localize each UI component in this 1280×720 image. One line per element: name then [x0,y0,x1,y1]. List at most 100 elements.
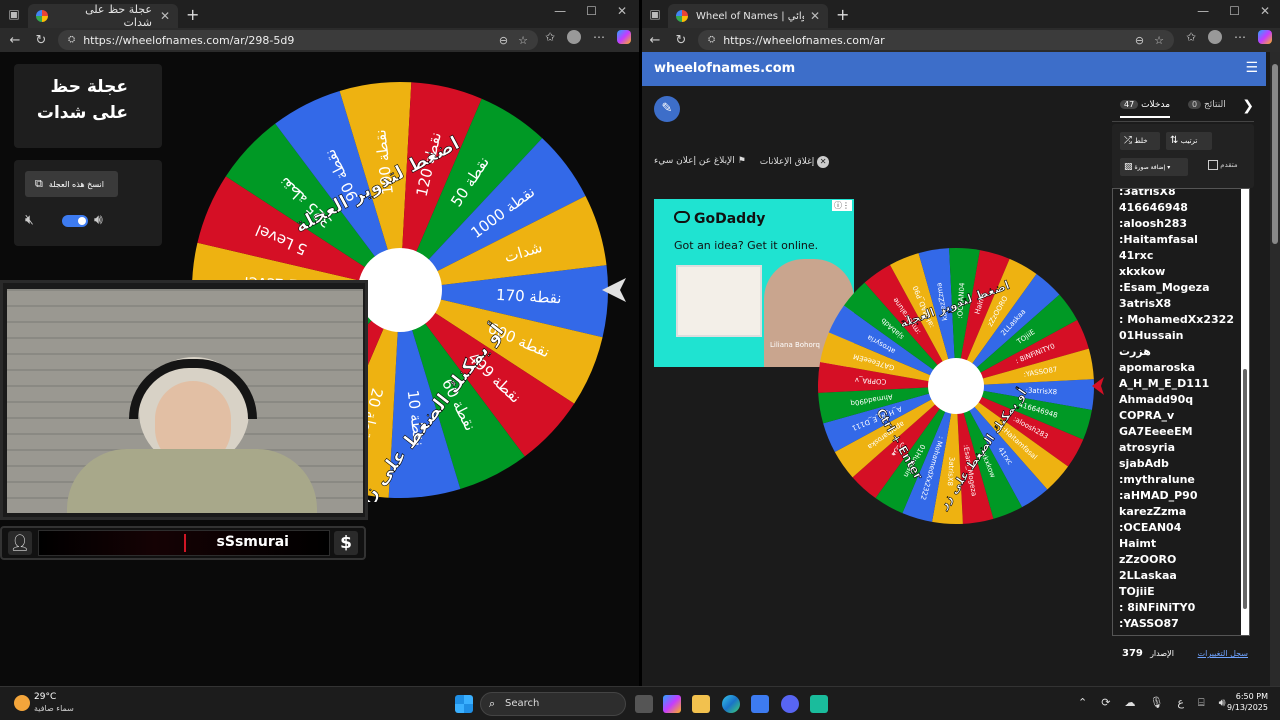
volume-icon[interactable]: 🔊︎ [94,212,103,228]
wheel-hub[interactable] [358,248,442,332]
shuffle-button[interactable]: ⤮ خلط [1120,132,1160,150]
headset [129,359,257,419]
profile-avatar[interactable] [567,30,581,44]
refresh-icon[interactable]: ↻ [668,33,694,48]
list-scrollbar[interactable] [1241,189,1249,635]
task-view-icon[interactable] [635,695,653,713]
left-url-field[interactable]: ⛭ https://wheelofnames.com/ar/298-5d9 ⊖ … [58,30,538,50]
minimize-button[interactable]: — [1197,4,1209,18]
image-icon: ▨ [1124,162,1133,172]
version-number: 379 [1122,648,1143,659]
reader-icon[interactable]: ⊖ [1135,34,1144,47]
entry-item: 416646948 [1119,201,1188,214]
right-url-field[interactable]: ⛭ https://wheelofnames.com/ar ⊖ ☆ [698,30,1174,50]
collapse-panel-icon[interactable]: ❯ [1242,98,1254,114]
search-label: Search [505,698,540,709]
copilot-icon[interactable] [1258,30,1272,44]
tab-actions-icon[interactable]: ▣ [642,7,668,21]
sync-icon[interactable]: ⟳ [1101,696,1110,710]
tab-results[interactable]: 0 النتائج [1188,100,1226,110]
entries-textarea[interactable]: :3atrisX8 416646948:aloosh283:Haitamfasal… [1112,188,1250,636]
sort-icon: ⇅ [1170,135,1179,146]
ad-info-icon[interactable]: ⓘ⋮ [832,200,852,211]
favorite-star-icon[interactable]: ☆ [518,34,528,47]
scrollbar-thumb[interactable] [1272,64,1278,244]
close-tab-icon[interactable]: ✕ [810,9,820,23]
clock[interactable]: 6:50 PM 9/13/2025 [1222,692,1268,712]
favorites-icon[interactable]: ✩ [545,30,555,44]
language-indicator[interactable]: ع [1177,696,1184,710]
mic-icon[interactable]: 🎙︎ [1149,696,1163,710]
maximize-button[interactable]: ☐ [1229,4,1240,18]
right-wheel[interactable]: :3atrisX8416646948:aloosh283:Haitamfasal… [816,246,1106,526]
tab-entries[interactable]: 47 مدخلات [1120,100,1171,118]
network-icon[interactable]: ⌸ [1198,696,1205,710]
changelog-link[interactable]: سجل التغييرات [1198,649,1248,658]
copilot-icon[interactable] [617,30,631,44]
more-menu-icon[interactable]: ⋯ [593,30,605,44]
copilot-taskbar-icon[interactable] [663,695,681,713]
file-explorer-icon[interactable] [692,695,710,713]
favorites-icon[interactable]: ✩ [1186,30,1196,44]
cloud-icon[interactable]: ☁ [1124,696,1135,710]
copy-wheel-button[interactable]: ⧉ انسخ هذه العجلة [25,171,118,197]
mute-icon[interactable]: 🔇︎ [25,212,34,228]
start-icon[interactable] [455,695,473,713]
edge-icon[interactable] [722,695,740,713]
list-scrollbar-thumb[interactable] [1243,369,1247,609]
store-icon[interactable] [751,695,769,713]
checkbox-box [1208,160,1218,170]
flag-icon: ⚑ [737,156,746,166]
refresh-icon[interactable]: ↻ [28,33,54,48]
new-tab-button[interactable]: + [836,5,849,24]
taskbar-search[interactable]: ⌕ Search [480,692,626,716]
profile-avatar[interactable] [1208,30,1222,44]
site-info-icon[interactable]: ⛭ [68,35,75,45]
date: 9/13/2025 [1226,703,1268,712]
discord-icon[interactable] [781,695,799,713]
site-info-icon[interactable]: ⛭ [708,35,715,45]
maximize-button[interactable]: ☐ [586,4,597,18]
user-icon: 👤︎ [8,531,32,555]
entry-item: :3atrisX8 [1119,188,1176,198]
webcam-frame [0,280,368,520]
site-logo[interactable]: wheelofnames.com [654,61,795,76]
new-tab-button[interactable]: + [186,5,199,24]
weather-widget[interactable]: 29°C سماء صافية [12,691,102,717]
tab-actions-icon[interactable]: ▣ [0,7,28,21]
close-ads-link[interactable]: ✕ إغلاق الإعلانات [760,156,830,172]
wheel-hub[interactable] [928,358,984,414]
page-scrollbar[interactable] [1270,52,1280,686]
menu-icon[interactable]: ☰ [1245,60,1258,76]
advanced-checkbox[interactable]: متقدم [1208,160,1238,170]
back-icon[interactable]: ← [642,33,668,48]
sound-toggle[interactable] [62,215,88,227]
ad-laptop-image [676,265,762,337]
wheel-favicon-icon [36,10,48,22]
minimize-button[interactable]: — [554,4,566,18]
back-icon[interactable]: ← [2,33,28,48]
sort-button[interactable]: ⇅ ترتيب [1166,132,1212,150]
ad-logo: GoDaddy [674,211,765,227]
entry-item: :aHMAD_P90 [1119,489,1198,502]
tray-chevron-icon[interactable]: ⌃ [1078,696,1087,710]
entries-label: مدخلات [1141,100,1171,110]
close-window-button[interactable]: ✕ [617,4,627,18]
right-active-tab[interactable]: Wheel of Names | الاسم العشوائي ✕ [668,4,828,28]
close-window-button[interactable]: ✕ [1260,4,1270,18]
reader-icon[interactable]: ⊖ [499,34,508,47]
entries-list: :3atrisX8 416646948:aloosh283:Haitamfasal… [1113,188,1234,633]
app-icon[interactable] [810,695,828,713]
left-address-bar: ← ↻ ⛭ https://wheelofnames.com/ar/298-5d… [0,28,639,52]
wheel-favicon-icon [676,10,688,22]
left-active-tab[interactable]: عجلة حظ على شدات ✕ [28,3,178,29]
webcam-video [7,289,363,513]
edit-wheel-button[interactable]: ✎ [654,96,680,122]
report-ad-link[interactable]: ⚑ الإبلاغ عن إعلان سيء [654,156,746,172]
add-image-button[interactable]: ▨ إضافة صورة ▾ [1120,158,1188,176]
more-menu-icon[interactable]: ⋯ [1234,30,1246,44]
entry-item: هزرت [1119,345,1151,358]
close-tab-icon[interactable]: ✕ [160,9,170,23]
favorite-star-icon[interactable]: ☆ [1154,34,1164,47]
shuffle-label: خلط [1134,137,1148,145]
